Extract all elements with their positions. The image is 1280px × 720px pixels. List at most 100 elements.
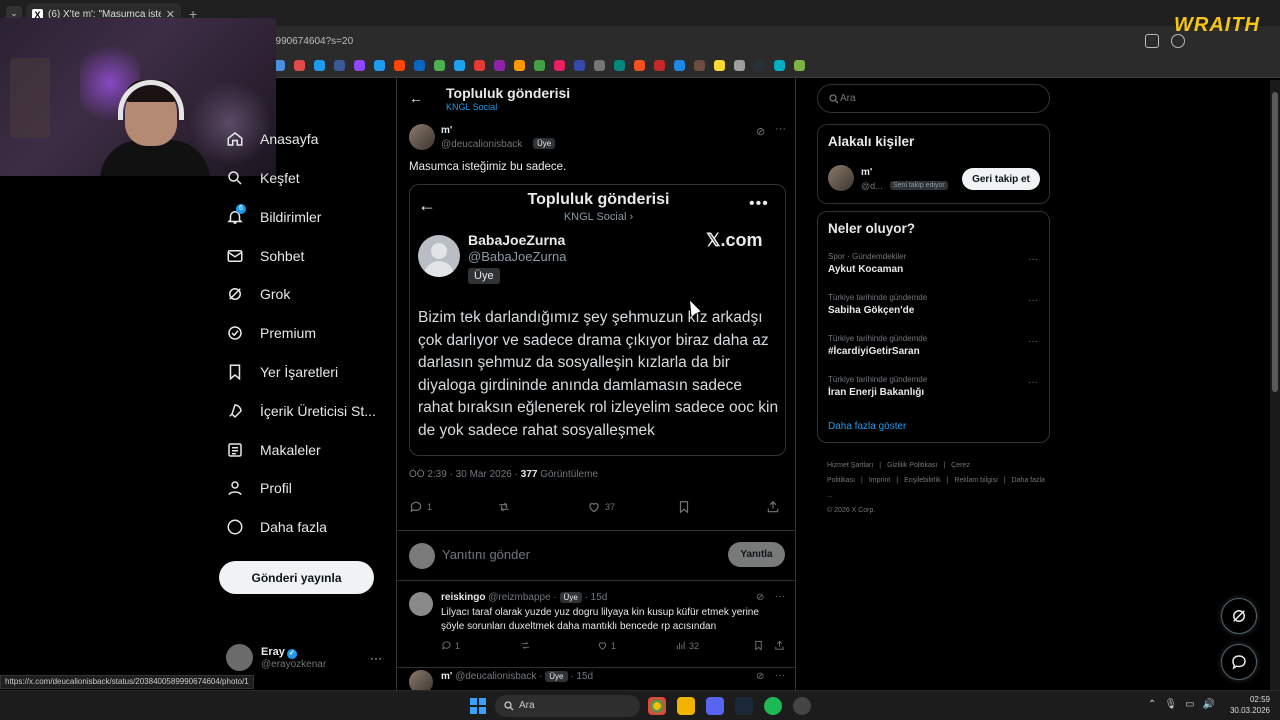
scroll-thumb[interactable] xyxy=(1272,92,1278,392)
account-switcher[interactable]: Eray ✓ @erayozkenar xyxy=(226,644,326,671)
sidebar-item-rocket[interactable]: İçerik Üreticisi St... xyxy=(226,402,376,420)
grok-icon[interactable]: ⊘ xyxy=(756,125,765,138)
bookmark-favicon-icon[interactable] xyxy=(314,60,325,71)
more-icon[interactable]: ··· xyxy=(1028,254,1038,265)
footer-link[interactable]: Hizmet Şartları xyxy=(827,462,873,469)
steam-icon[interactable] xyxy=(735,697,753,715)
more-icon[interactable]: ··· xyxy=(775,670,785,681)
sidebar-item-grok[interactable]: Grok xyxy=(226,285,290,303)
start-button[interactable] xyxy=(470,698,486,714)
related-name[interactable]: m' xyxy=(861,167,872,178)
grok-icon[interactable]: ⊘ xyxy=(756,592,764,603)
bookmark-favicon-icon[interactable] xyxy=(674,60,685,71)
sidebar-item-more-circle[interactable]: Daha fazla xyxy=(226,518,327,536)
reply-bookmark-button[interactable] xyxy=(753,640,764,651)
bookmark-favicon-icon[interactable] xyxy=(354,60,365,71)
taskbar-clock[interactable]: 02:59 30.03.2026 xyxy=(1226,694,1270,716)
share-button[interactable] xyxy=(766,500,780,514)
folder-icon[interactable] xyxy=(677,697,695,715)
reply-button[interactable]: 1 xyxy=(409,500,432,514)
bookmark-favicon-icon[interactable] xyxy=(694,60,705,71)
post-author-name[interactable]: m' xyxy=(441,125,452,136)
more-icon[interactable]: ··· xyxy=(775,591,785,602)
bookmark-favicon-icon[interactable] xyxy=(614,60,625,71)
bookmark-favicon-icon[interactable] xyxy=(654,60,665,71)
bookmark-favicon-icon[interactable] xyxy=(394,60,405,71)
bookmark-favicon-icon[interactable] xyxy=(474,60,485,71)
chevron-up-icon[interactable]: ⌃ xyxy=(1148,699,1156,710)
show-more-link[interactable]: Daha fazla göster xyxy=(828,421,906,432)
footer-link[interactable]: Gizlilik Politikası xyxy=(887,462,937,469)
trend-item[interactable]: Türkiye tarihinde gündemde Sabiha Gökçen'… xyxy=(828,293,1038,316)
sidebar-item-mail[interactable]: Sohbet xyxy=(226,247,304,265)
back-arrow-icon[interactable]: ← xyxy=(409,90,423,106)
grok-icon[interactable]: ⊘ xyxy=(756,671,764,682)
trend-item[interactable]: Türkiye tarihinde gündemde #İcardiyiGetir… xyxy=(828,334,1038,357)
like-button[interactable]: 37 xyxy=(587,500,615,514)
sidebar-item-home[interactable]: Anasayfa xyxy=(226,130,318,148)
bookmark-favicon-icon[interactable] xyxy=(634,60,645,71)
bookmark-favicon-icon[interactable] xyxy=(454,60,465,71)
trend-item[interactable]: Spor · Gündemdekiler Aykut Kocaman ··· xyxy=(828,252,1038,275)
settings-icon[interactable] xyxy=(793,697,811,715)
bookmark-favicon-icon[interactable] xyxy=(434,60,445,71)
search-input[interactable]: Ara xyxy=(817,84,1050,113)
bookmark-favicon-icon[interactable] xyxy=(494,60,505,71)
follow-back-button[interactable]: Geri takip et xyxy=(962,168,1040,190)
footer-link[interactable]: Erişilebilirlik xyxy=(904,477,941,484)
more-icon[interactable]: ··· xyxy=(1028,377,1038,388)
post-button[interactable]: Gönderi yayınla xyxy=(219,561,374,594)
more-icon[interactable]: ··· xyxy=(775,123,786,135)
bookmark-favicon-icon[interactable] xyxy=(414,60,425,71)
reply-reply-button[interactable]: 1 xyxy=(441,640,460,651)
sidebar-item-bookmark[interactable]: Yer İşaretleri xyxy=(226,363,338,381)
bookmark-favicon-icon[interactable] xyxy=(774,60,785,71)
reply-repost-button[interactable] xyxy=(520,640,531,651)
url-text[interactable]: 9990674604?s=20 xyxy=(270,36,353,47)
reply-share-button[interactable] xyxy=(774,640,785,651)
bookmark-favicon-icon[interactable] xyxy=(334,60,345,71)
spotify-icon[interactable] xyxy=(764,697,782,715)
reply-item[interactable]: reiskingo @reizmbappe · Üye · 15d ⊘ ··· … xyxy=(397,588,795,668)
footer-link[interactable]: © 2026 X Corp. xyxy=(827,507,875,514)
related-avatar[interactable] xyxy=(828,165,854,191)
bookmark-favicon-icon[interactable] xyxy=(754,60,765,71)
reply-like-button[interactable]: 1 xyxy=(597,640,616,651)
bookmark-favicon-icon[interactable] xyxy=(594,60,605,71)
bookmark-favicon-icon[interactable] xyxy=(574,60,585,71)
bookmark-favicon-icon[interactable] xyxy=(734,60,745,71)
sidebar-item-article[interactable]: Makaleler xyxy=(226,441,321,459)
bookmark-button[interactable] xyxy=(677,500,691,514)
repost-button[interactable] xyxy=(497,500,511,514)
sidebar-item-premium[interactable]: Premium xyxy=(226,324,316,342)
more-icon[interactable]: ··· xyxy=(1028,295,1038,306)
chrome-icon[interactable] xyxy=(648,697,666,715)
bookmark-favicon-icon[interactable] xyxy=(374,60,385,71)
bookmark-favicon-icon[interactable] xyxy=(714,60,725,71)
microphone-icon[interactable]: 🎙 xyxy=(1164,699,1177,710)
account-more-icon[interactable]: ··· xyxy=(370,651,382,665)
messages-fab[interactable] xyxy=(1221,644,1257,680)
sidebar-item-search[interactable]: Keşfet xyxy=(226,169,300,187)
sidebar-item-bell[interactable]: 6 Bildirimler xyxy=(226,204,321,226)
post-timestamp[interactable]: ÖÖ 2:39 · 30 Mar 2026 · xyxy=(409,469,518,480)
reply-avatar[interactable] xyxy=(409,592,433,616)
taskbar-search[interactable]: Ara xyxy=(495,695,640,717)
grok-fab[interactable] xyxy=(1221,598,1257,634)
reply-item[interactable]: m' @deucalionisback · Üye · 15d ⊘ ··· xyxy=(397,667,795,694)
sidebar-item-person[interactable]: Profil xyxy=(226,479,292,497)
more-icon[interactable]: ··· xyxy=(1028,336,1038,347)
reply-views[interactable]: 32 xyxy=(675,640,699,651)
footer-link[interactable]: Imprint xyxy=(869,477,890,484)
related-handle[interactable]: @d... xyxy=(861,181,883,191)
embedded-image[interactable]: ← Topluluk gönderisi KNGL Social › ••• B… xyxy=(409,184,786,456)
scrollbar[interactable] xyxy=(1270,80,1280,690)
post-author-handle[interactable]: @deucalionisback xyxy=(441,139,522,150)
reply-submit-button[interactable]: Yanıtla xyxy=(728,542,785,567)
community-link[interactable]: KNGL Social xyxy=(446,102,497,112)
install-icon[interactable] xyxy=(1145,34,1159,48)
bookmark-favicon-icon[interactable] xyxy=(294,60,305,71)
bookmark-favicon-icon[interactable] xyxy=(514,60,525,71)
display-icon[interactable]: ▭ xyxy=(1185,699,1194,710)
bookmark-favicon-icon[interactable] xyxy=(534,60,545,71)
